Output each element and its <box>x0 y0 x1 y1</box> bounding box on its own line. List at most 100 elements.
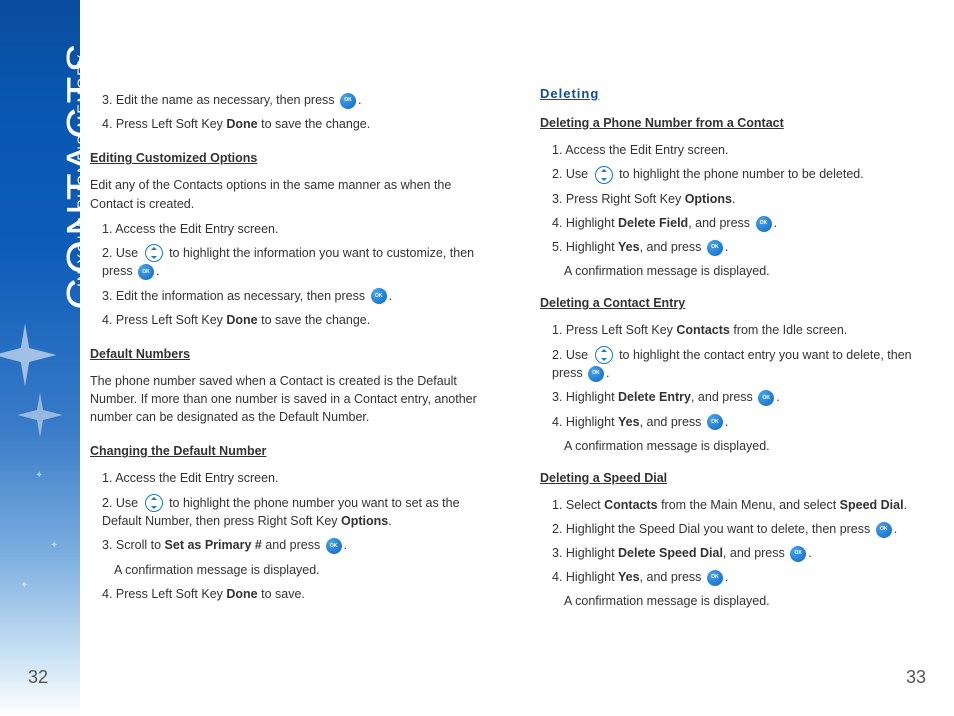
step-text: 3. Highlight Delete Entry, and press OK. <box>552 388 935 406</box>
text: and press <box>262 538 324 552</box>
left-column: 3. Edit the name as necessary, then pres… <box>90 85 485 685</box>
text: . <box>156 264 159 278</box>
step-text: 3. Scroll to Set as Primary # and press … <box>102 536 485 554</box>
text: to save the change. <box>258 117 371 131</box>
star-decoration <box>0 320 60 390</box>
text: 3. Scroll to <box>102 538 165 552</box>
page-number-left: 32 <box>28 667 48 688</box>
step-text: 1. Press Left Soft Key Contacts from the… <box>552 321 935 339</box>
page-subtitle: IN YOUR PHONE'S MEMORY <box>74 53 90 287</box>
sparkle: ✦ <box>35 470 43 481</box>
bold-text: Done <box>226 587 257 601</box>
text: , and press <box>640 240 705 254</box>
ok-icon: OK <box>756 216 772 232</box>
text: . <box>894 522 897 536</box>
text: 4. Highlight <box>552 216 618 230</box>
step-text: 4. Press Left Soft Key Done to save the … <box>102 115 485 133</box>
step-text: 5. Highlight Yes, and press OK. <box>552 238 935 256</box>
text: 2. Use <box>102 496 142 510</box>
step-text: A confirmation message is displayed. <box>564 437 935 455</box>
step-text: 3. Press Right Soft Key Options. <box>552 190 935 208</box>
sparkle: ✦ <box>20 580 28 591</box>
step-text: A confirmation message is displayed. <box>114 561 485 579</box>
bold-text: Delete Speed Dial <box>618 546 723 560</box>
text: . <box>725 570 728 584</box>
nav-icon <box>595 346 613 364</box>
step-text: 2. Highlight the Speed Dial you want to … <box>552 520 935 538</box>
text: from the Main Menu, and select <box>658 498 840 512</box>
text: , and press <box>640 570 705 584</box>
text: , and press <box>640 415 705 429</box>
bold-text: Yes <box>618 570 640 584</box>
right-column: Deleting Deleting a Phone Number from a … <box>540 85 935 685</box>
ok-icon: OK <box>707 570 723 586</box>
nav-icon <box>145 244 163 262</box>
bold-text: Options <box>685 192 732 206</box>
text: to save the change. <box>258 313 371 327</box>
text: . <box>388 514 391 528</box>
ok-icon: OK <box>707 414 723 430</box>
step-text: 4. Highlight Yes, and press OK. <box>552 413 935 431</box>
text: 4. Highlight <box>552 415 618 429</box>
section-heading: Default Numbers <box>90 345 485 363</box>
text: to save. <box>258 587 305 601</box>
text: 1. Select <box>552 498 604 512</box>
text: 3. Edit the name as necessary, then pres… <box>102 93 338 107</box>
text: . <box>732 192 735 206</box>
text: 3. Highlight <box>552 390 618 404</box>
text: 2. Use <box>552 348 592 362</box>
step-text: 4. Highlight Yes, and press OK. <box>552 568 935 586</box>
ok-icon: OK <box>138 264 154 280</box>
ok-icon: OK <box>588 366 604 382</box>
bold-text: Delete Entry <box>618 390 691 404</box>
text: . <box>389 289 392 303</box>
nav-icon <box>595 166 613 184</box>
sub-heading: Deleting a Speed Dial <box>540 469 935 487</box>
bold-text: Options <box>341 514 388 528</box>
step-text: 1. Access the Edit Entry screen. <box>102 469 485 487</box>
text: 4. Press Left Soft Key <box>102 587 226 601</box>
paragraph: Edit any of the Contacts options in the … <box>90 176 485 212</box>
text: 4. Press Left Soft Key <box>102 313 226 327</box>
text: from the Idle screen. <box>730 323 847 337</box>
text: 4. Press Left Soft Key <box>102 117 226 131</box>
text: , and press <box>688 216 753 230</box>
section-heading: Editing Customized Options <box>90 149 485 167</box>
bold-text: Yes <box>618 415 640 429</box>
step-text: 4. Highlight Delete Field, and press OK. <box>552 214 935 232</box>
text: . <box>606 366 609 380</box>
step-text: 2. Use to highlight the phone number to … <box>552 165 935 184</box>
text: . <box>904 498 907 512</box>
ok-icon: OK <box>371 288 387 304</box>
text: 5. Highlight <box>552 240 618 254</box>
ok-icon: OK <box>707 240 723 256</box>
section-heading: Changing the Default Number <box>90 442 485 460</box>
step-text: 1. Access the Edit Entry screen. <box>552 141 935 159</box>
step-text: 1. Select Contacts from the Main Menu, a… <box>552 496 935 514</box>
bold-text: Contacts <box>604 498 657 512</box>
text: 3. Press Right Soft Key <box>552 192 685 206</box>
ok-icon: OK <box>326 538 342 554</box>
bold-text: Delete Field <box>618 216 688 230</box>
text: 2. Use <box>552 167 592 181</box>
page-number-right: 33 <box>906 667 926 688</box>
step-text: 2. Use to highlight the information you … <box>102 244 485 281</box>
text: 2. Use <box>102 246 142 260</box>
step-text: 1. Access the Edit Entry screen. <box>102 220 485 238</box>
text: , and press <box>723 546 788 560</box>
sparkle: ✦ <box>50 540 58 551</box>
star-decoration-small <box>15 390 65 440</box>
text: . <box>774 216 777 230</box>
bold-text: Speed Dial <box>840 498 904 512</box>
nav-icon <box>145 494 163 512</box>
text: 3. Edit the information as necessary, th… <box>102 289 369 303</box>
step-text: 3. Highlight Delete Speed Dial, and pres… <box>552 544 935 562</box>
step-text: A confirmation message is displayed. <box>564 262 935 280</box>
text: , and press <box>691 390 756 404</box>
step-text: 2. Use to highlight the contact entry yo… <box>552 346 935 383</box>
bold-text: Contacts <box>676 323 729 337</box>
bold-text: Done <box>226 313 257 327</box>
text: 1. Press Left Soft Key <box>552 323 676 337</box>
text: 4. Highlight <box>552 570 618 584</box>
sub-heading: Deleting a Phone Number from a Contact <box>540 114 935 132</box>
